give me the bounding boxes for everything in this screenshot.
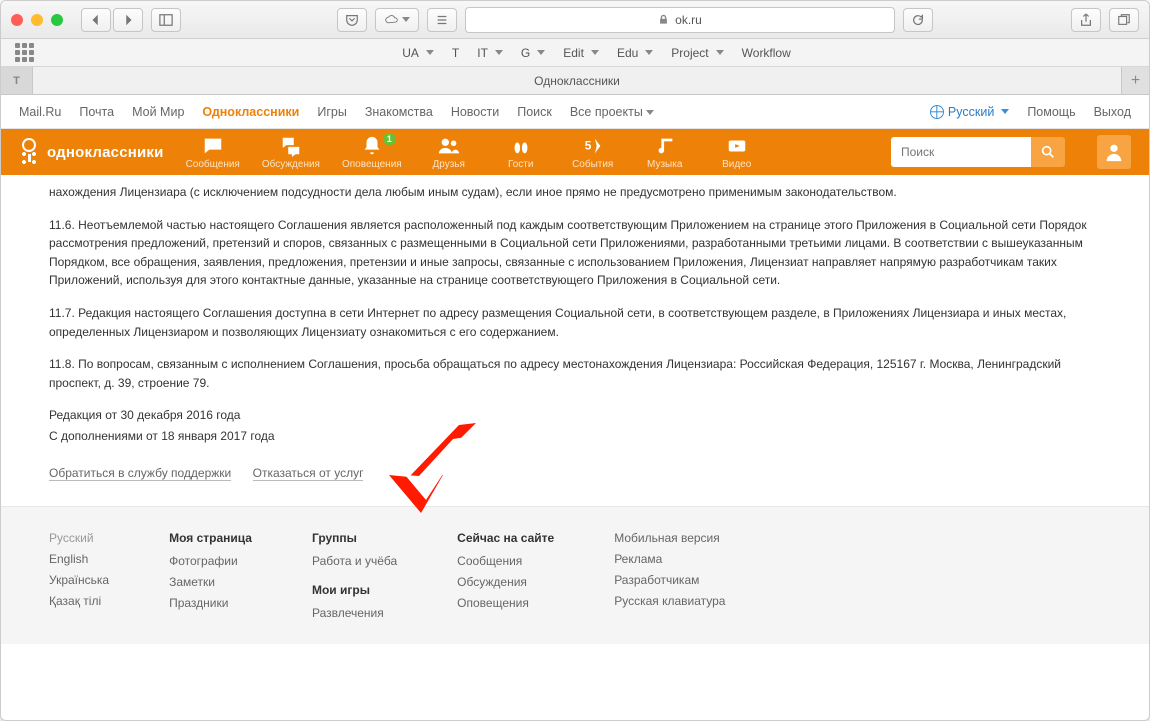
safari-window: ok.ru UA T IT G Edit Edu Project Workflo… [0,0,1150,721]
footer-languages: Русский English Українська Қазақ тілі [49,531,109,620]
back-button[interactable] [81,8,111,32]
nav-events[interactable]: 5События [568,135,618,170]
opt-out-link[interactable]: Отказаться от услуг [253,466,364,481]
search-button[interactable] [1031,137,1065,167]
brand-text: одноклассники [47,144,164,161]
page-viewport: Mail.Ru Почта Мой Мир Одноклассники Игры… [1,95,1149,720]
new-tab-button[interactable]: + [1121,67,1149,94]
topnav-logout[interactable]: Выход [1094,105,1131,119]
amendments-date: С дополнениями от 18 января 2017 года [49,427,1101,446]
notification-badge: 1 [383,133,396,145]
globe-icon [930,105,944,119]
revision-date: Редакция от 30 декабря 2016 года [49,406,1101,425]
footer-photos[interactable]: Фотографии [169,554,252,568]
bookmark-workflow[interactable]: Workflow [742,46,791,60]
reader-button[interactable] [427,8,457,32]
footer-mobile[interactable]: Мобильная версия [614,531,725,545]
nav-video[interactable]: Видео [712,135,762,170]
footer-h-mypage: Моя страница [169,531,252,545]
footer-h-groups: Группы [312,531,397,545]
topnav-mailru[interactable]: Mail.Ru [19,105,61,119]
zoom-window[interactable] [51,14,63,26]
minimize-window[interactable] [31,14,43,26]
topnav-mymir[interactable]: Мой Мир [132,105,184,119]
bookmark-g[interactable]: G [521,46,545,60]
agreement-content: нахождения Лицензиара (с исключением под… [1,175,1149,506]
sidebar-toggle[interactable] [151,8,181,32]
topnav-ok[interactable]: Одноклассники [202,105,299,119]
topnav-mail[interactable]: Почта [79,105,114,119]
nav-friends[interactable]: Друзья [424,135,474,170]
lang-en[interactable]: English [49,552,109,566]
footer-notes[interactable]: Заметки [169,575,252,589]
search-box [891,137,1065,167]
ok-navbar: одноклассники Сообщения Обсуждения 1Опов… [1,129,1149,175]
para-11-8: 11.8. По вопросам, связанным с исполнени… [49,355,1101,392]
topnav-dating[interactable]: Знакомства [365,105,433,119]
tab-active[interactable]: Одноклассники [33,67,1121,94]
bookmark-project[interactable]: Project [671,46,723,60]
nav-discussions[interactable]: Обсуждения [262,135,320,170]
topnav-news[interactable]: Новости [451,105,499,119]
tab-translator-icon[interactable]: T [1,67,33,94]
nav-messages[interactable]: Сообщения [186,135,240,170]
pocket-button[interactable] [337,8,367,32]
footer-dev[interactable]: Разработчикам [614,573,725,587]
bookmark-edu[interactable]: Edu [617,46,653,60]
cloud-button[interactable] [375,8,419,32]
footer-ads[interactable]: Реклама [614,552,725,566]
bookmark-it[interactable]: IT [477,46,503,60]
search-input[interactable] [891,137,1031,167]
footer-msgs[interactable]: Сообщения [457,554,554,568]
close-window[interactable] [11,14,23,26]
para-11-5-tail: нахождения Лицензиара (с исключением под… [49,183,1101,202]
bookmark-ua[interactable]: UA [402,46,434,60]
footer-h-mygames: Мои игры [312,583,397,597]
page-footer: Русский English Українська Қазақ тілі Мо… [1,506,1149,644]
apps-grid-icon[interactable] [15,43,34,62]
svg-text:5: 5 [584,138,591,152]
footer-disc[interactable]: Обсуждения [457,575,554,589]
nav-guests[interactable]: Гости [496,135,546,170]
footer-h-online: Сейчас на сайте [457,531,554,545]
contact-support-link[interactable]: Обратиться в службу поддержки [49,466,231,481]
url-host: ok.ru [675,13,702,27]
lang-ru[interactable]: Русский [49,531,109,545]
para-11-7: 11.7. Редакция настоящего Соглашения дос… [49,304,1101,341]
lock-icon [658,14,669,25]
topnav-help[interactable]: Помощь [1027,105,1075,119]
lang-kz[interactable]: Қазақ тілі [49,594,109,608]
nav-music[interactable]: Музыка [640,135,690,170]
footer-fun[interactable]: Развлечения [312,606,397,620]
para-11-6: 11.6. Неотъемлемой частью настоящего Сог… [49,216,1101,290]
tabs-button[interactable] [1109,8,1139,32]
ok-logo[interactable]: одноклассники [19,138,164,166]
profile-menu[interactable] [1097,135,1131,169]
topnav-games[interactable]: Игры [317,105,346,119]
bookmarks-bar: UA T IT G Edit Edu Project Workflow [1,39,1149,67]
window-controls [11,14,63,26]
ok-logo-icon [19,138,39,166]
tab-bar: T Одноклассники + [1,67,1149,95]
reload-button[interactable] [903,8,933,32]
nav-notifications[interactable]: 1Оповещения [342,135,402,170]
footer-notif[interactable]: Оповещения [457,596,554,610]
bookmark-t[interactable]: T [452,46,459,60]
footer-kbd[interactable]: Русская клавиатура [614,594,725,608]
forward-button[interactable] [113,8,143,32]
address-bar[interactable]: ok.ru [465,7,895,33]
bookmark-edit[interactable]: Edit [563,46,599,60]
topnav-search[interactable]: Поиск [517,105,552,119]
footer-work[interactable]: Работа и учёба [312,554,397,568]
topnav-all[interactable]: Все проекты [570,105,654,119]
language-switch[interactable]: Русский [930,105,1009,119]
lang-ua[interactable]: Українська [49,573,109,587]
mailru-topbar: Mail.Ru Почта Мой Мир Одноклассники Игры… [1,95,1149,129]
titlebar: ok.ru [1,1,1149,39]
share-button[interactable] [1071,8,1101,32]
footer-holidays[interactable]: Праздники [169,596,252,610]
